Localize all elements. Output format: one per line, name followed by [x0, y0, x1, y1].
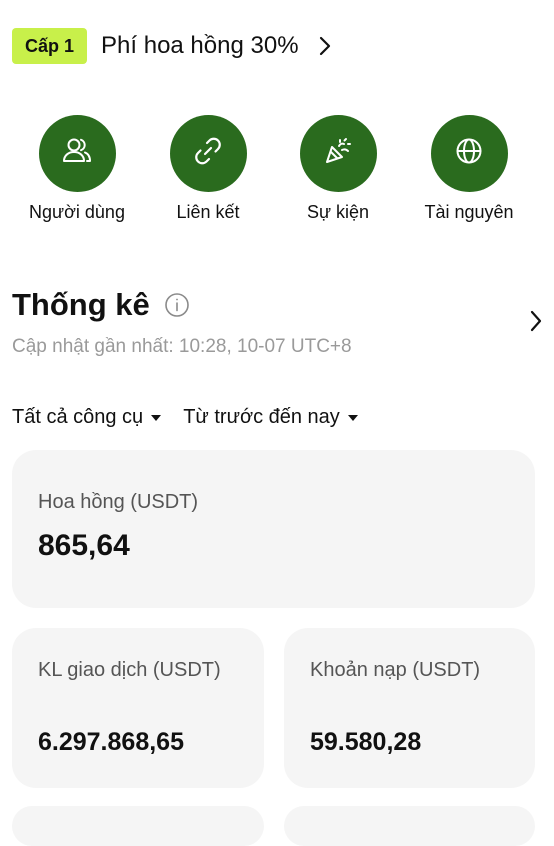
- commission-label: Hoa hồng (USDT): [38, 491, 199, 513]
- action-users[interactable]: Người dùng: [12, 115, 142, 223]
- chevron-right-icon[interactable]: [319, 36, 331, 56]
- party-popper-icon: [321, 134, 355, 173]
- stats-header[interactable]: Thống kê Cập nhật gần nhất: 10:28, 10-07…: [12, 282, 542, 358]
- volume-value: 6.297.868,65: [38, 728, 184, 756]
- volume-card: KL giao dịch (USDT) 6.297.868,65: [12, 628, 264, 788]
- caret-down-icon: [151, 414, 162, 421]
- globe-icon: [452, 134, 486, 173]
- action-users-label: Người dùng: [29, 202, 125, 222]
- deposit-value: 59.580,28: [310, 728, 422, 756]
- action-link[interactable]: Liên kết: [143, 115, 273, 223]
- quick-actions: Người dùng Liên kết Sự kiện Tài nguyên: [0, 115, 554, 225]
- tier-row[interactable]: Cấp 1 Phí hoa hồng 30%: [12, 28, 331, 64]
- action-resources-label: Tài nguyên: [424, 202, 514, 222]
- stats-title: Thống kê: [12, 287, 150, 322]
- volume-label: KL giao dịch (USDT): [38, 659, 221, 681]
- deposit-card: Khoản nạp (USDT) 59.580,28: [284, 628, 535, 788]
- chevron-right-icon[interactable]: [530, 310, 542, 332]
- action-resources-button[interactable]: [430, 115, 508, 192]
- last-updated-text: Cập nhật gần nhất: 10:28, 10-07 UTC+8: [12, 336, 352, 357]
- period-filter-label: Từ trước đến nay: [183, 406, 340, 428]
- action-events-label: Sự kiện: [306, 202, 370, 222]
- action-events[interactable]: Sự kiện: [273, 115, 403, 223]
- card-stub: [284, 806, 535, 846]
- users-icon: [60, 134, 94, 173]
- action-link-button[interactable]: [169, 115, 247, 192]
- card-stub: [12, 806, 264, 846]
- period-filter[interactable]: Từ trước đến nay: [183, 406, 358, 429]
- caret-down-icon: [347, 414, 358, 421]
- action-link-label: Liên kết: [176, 202, 240, 222]
- instrument-filter-label: Tất cả công cụ: [12, 406, 144, 428]
- tier-badge: Cấp 1: [12, 28, 88, 64]
- instrument-filter[interactable]: Tất cả công cụ: [12, 406, 162, 429]
- deposit-label: Khoản nạp (USDT): [310, 659, 481, 681]
- action-events-button[interactable]: [299, 115, 377, 192]
- commission-value: 865,64: [38, 529, 130, 562]
- commission-rate-text: Phí hoa hồng 30%: [101, 32, 299, 59]
- action-resources[interactable]: Tài nguyên: [404, 115, 534, 223]
- action-users-button[interactable]: [38, 115, 116, 192]
- commission-card: Hoa hồng (USDT) 865,64: [12, 450, 535, 608]
- filters: Tất cả công cụ Từ trước đến nay: [12, 406, 358, 429]
- link-icon: [191, 134, 225, 173]
- info-icon[interactable]: [164, 292, 190, 318]
